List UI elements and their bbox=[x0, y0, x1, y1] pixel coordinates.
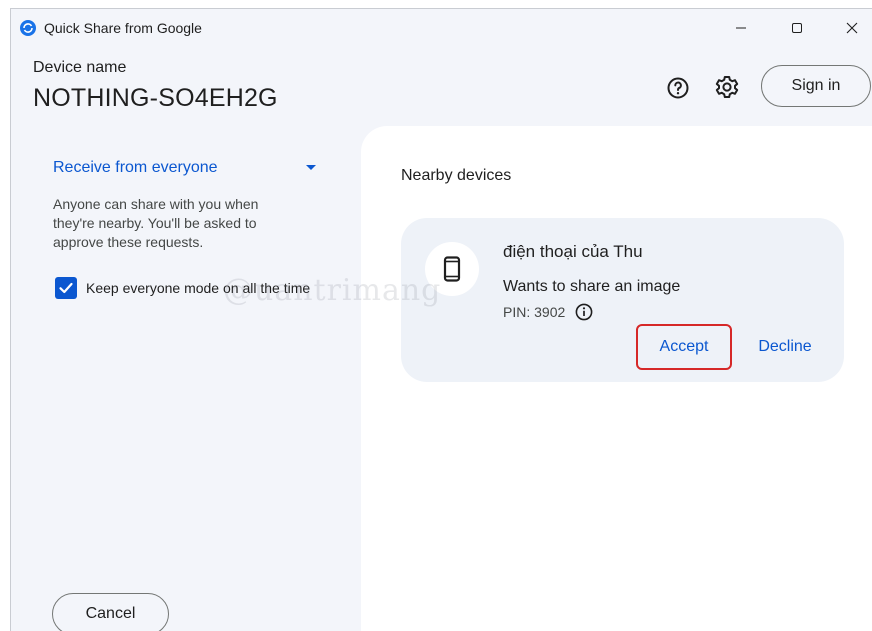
gear-icon bbox=[715, 76, 739, 98]
quick-share-icon bbox=[20, 20, 36, 36]
help-circle-icon bbox=[667, 77, 689, 99]
title-bar: Quick Share from Google bbox=[11, 9, 872, 47]
device-avatar bbox=[425, 242, 479, 296]
receive-mode-description: Anyone can share with you when they're n… bbox=[53, 196, 259, 250]
cancel-button[interactable]: Cancel bbox=[52, 593, 169, 631]
device-name-value: NOTHING-SO4EH2G bbox=[33, 84, 278, 112]
minimize-button[interactable] bbox=[718, 9, 764, 47]
close-button[interactable] bbox=[829, 9, 872, 47]
receive-mode-dropdown[interactable]: Receive from everyone bbox=[53, 157, 323, 181]
device-name-label: Device name bbox=[33, 59, 127, 76]
keep-everyone-checkbox[interactable] bbox=[55, 277, 77, 299]
triangle-down-icon bbox=[306, 165, 316, 170]
pin-text: PIN: 3902 bbox=[503, 304, 566, 320]
settings-button[interactable] bbox=[713, 73, 741, 101]
maximize-button[interactable] bbox=[774, 9, 820, 47]
request-message: Wants to share an image bbox=[503, 278, 681, 295]
nearby-devices-title: Nearby devices bbox=[401, 167, 512, 184]
nearby-devices-panel: Nearby devices điện thoại của Thu Wants … bbox=[361, 126, 872, 631]
window-title: Quick Share from Google bbox=[44, 20, 202, 36]
help-button[interactable] bbox=[665, 75, 691, 101]
maximize-icon bbox=[792, 23, 802, 33]
sender-name: điện thoại của Thu bbox=[503, 242, 643, 261]
share-request-card: điện thoại của Thu Wants to share an ima… bbox=[401, 218, 844, 382]
close-icon bbox=[846, 22, 858, 34]
minimize-icon bbox=[736, 27, 746, 29]
pin-row: PIN: 3902 bbox=[503, 303, 593, 321]
quick-share-window: Quick Share from Google Device name NOTH… bbox=[10, 8, 872, 631]
pin-info-button[interactable] bbox=[575, 303, 593, 321]
check-icon bbox=[59, 282, 73, 294]
receive-mode-label: Receive from everyone bbox=[53, 159, 218, 176]
accept-button[interactable]: Accept bbox=[636, 324, 732, 370]
keep-everyone-option[interactable]: Keep everyone mode on all the time bbox=[55, 277, 310, 299]
phone-icon bbox=[443, 256, 461, 282]
decline-button[interactable]: Decline bbox=[741, 324, 829, 370]
keep-everyone-label: Keep everyone mode on all the time bbox=[86, 280, 311, 296]
info-icon bbox=[575, 303, 593, 321]
sign-in-button[interactable]: Sign in bbox=[761, 65, 871, 107]
